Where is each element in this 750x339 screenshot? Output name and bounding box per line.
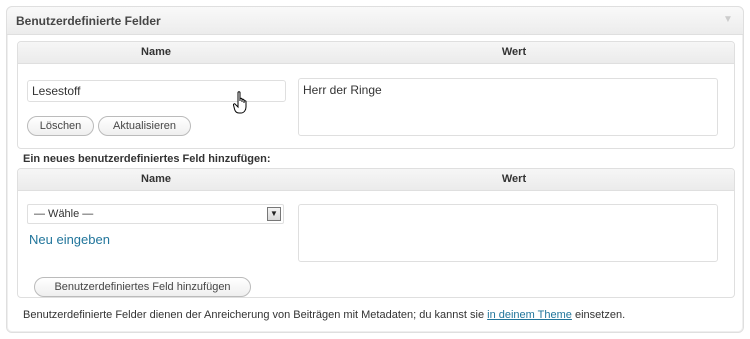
column-header-name: Name	[141, 46, 171, 58]
meta-key-select[interactable]: — Wähle — ▼	[27, 204, 284, 224]
new-field-table: Name Wert — Wähle — ▼ Neu eingeben Benut…	[17, 168, 735, 298]
dropdown-arrow-icon[interactable]: ▼	[267, 207, 281, 221]
enter-new-link[interactable]: Neu eingeben	[29, 232, 110, 247]
existing-fields-table: Name Wert Lesestoff Herr der Ringe Lösch…	[17, 41, 735, 149]
table-header: Name Wert	[18, 42, 734, 64]
theme-link[interactable]: in deinem Theme	[487, 309, 572, 321]
field-value-textarea[interactable]: Herr der Ringe	[298, 78, 718, 136]
table-header: Name Wert	[18, 169, 734, 191]
column-header-name: Name	[141, 173, 171, 185]
triangle-down-icon[interactable]: ▼	[723, 15, 733, 25]
select-value: — Wähle —	[34, 208, 94, 220]
custom-fields-panel: Benutzerdefinierte Felder ▼ Name Wert Le…	[6, 6, 744, 333]
column-header-value: Wert	[501, 173, 527, 185]
hand-pointer-icon	[233, 91, 247, 114]
panel-title: Benutzerdefinierte Felder	[16, 14, 161, 28]
update-button[interactable]: Aktualisieren	[98, 116, 191, 136]
footer-text-before: Benutzerdefinierte Felder dienen der Anr…	[23, 309, 488, 321]
footer-description: Benutzerdefinierte Felder dienen der Anr…	[23, 309, 625, 321]
delete-button[interactable]: Löschen	[27, 116, 94, 136]
add-custom-field-button[interactable]: Benutzerdefiniertes Feld hinzufügen	[34, 277, 251, 297]
column-header-value: Wert	[501, 46, 527, 58]
add-new-field-heading: Ein neues benutzerdefiniertes Feld hinzu…	[23, 153, 271, 165]
panel-header[interactable]: Benutzerdefinierte Felder ▼	[7, 7, 743, 35]
footer-text-after: einsetzen.	[571, 309, 626, 321]
new-field-value-textarea[interactable]	[298, 204, 718, 262]
